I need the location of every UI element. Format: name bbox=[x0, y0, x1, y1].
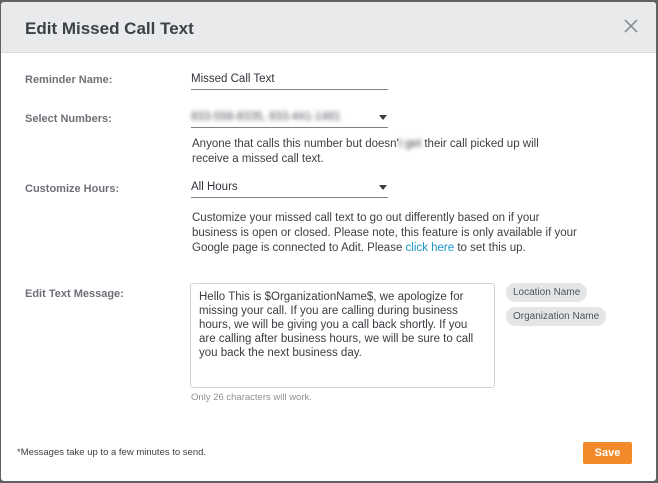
text-message-textarea[interactable]: Hello This is $OrganizationName$, we apo… bbox=[190, 283, 495, 388]
character-limit-note: Only 26 characters will work. bbox=[191, 392, 312, 403]
chevron-down-icon bbox=[379, 185, 387, 190]
select-numbers-dropdown[interactable]: 833-558-8335, 833-441-1481 bbox=[191, 109, 388, 128]
select-numbers-help: Anyone that calls this number but doesn'… bbox=[192, 138, 539, 165]
customize-hours-help: Customize your missed call text to go ou… bbox=[192, 212, 577, 254]
click-here-link[interactable]: click here bbox=[406, 242, 455, 254]
chevron-down-icon bbox=[379, 115, 387, 120]
edit-missed-call-text-modal: Edit Missed Call Text Reminder Name: Mis… bbox=[1, 2, 656, 481]
reminder-name-label: Reminder Name: bbox=[25, 74, 113, 86]
close-icon[interactable] bbox=[622, 17, 640, 35]
reminder-name-input[interactable]: Missed Call Text bbox=[191, 71, 388, 90]
customize-hours-value: All Hours bbox=[191, 181, 238, 193]
customize-hours-dropdown[interactable]: All Hours bbox=[191, 179, 388, 198]
modal-title: Edit Missed Call Text bbox=[25, 19, 194, 38]
modal-header: Edit Missed Call Text bbox=[1, 2, 656, 53]
footer-note: *Messages take up to a few minutes to se… bbox=[17, 447, 207, 458]
reminder-name-value: Missed Call Text bbox=[191, 73, 275, 85]
edit-text-message-label: Edit Text Message: bbox=[25, 288, 124, 300]
location-name-tag[interactable]: Location Name bbox=[506, 283, 588, 302]
organization-name-tag[interactable]: Organization Name bbox=[506, 307, 607, 326]
customize-hours-label: Customize Hours: bbox=[25, 183, 120, 195]
save-button[interactable]: Save bbox=[583, 442, 632, 464]
select-numbers-value: 833-558-8335, 833-441-1481 bbox=[191, 111, 341, 123]
select-numbers-label: Select Numbers: bbox=[25, 113, 112, 125]
